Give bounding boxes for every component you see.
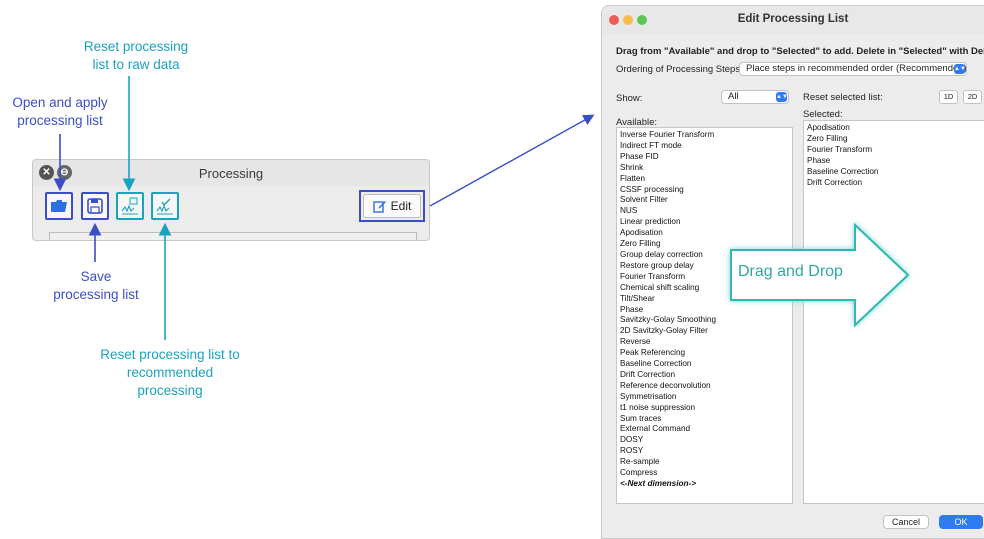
- ordering-label: Ordering of Processing Steps:: [616, 64, 743, 75]
- reset-2d-button[interactable]: 2D: [963, 90, 982, 104]
- available-item[interactable]: Reverse: [620, 337, 792, 348]
- available-list[interactable]: Inverse Fourier Transform Indirect FT mod…: [616, 127, 793, 504]
- available-item[interactable]: Group delay correction: [620, 250, 792, 261]
- available-item[interactable]: Reference deconvolution: [620, 381, 792, 392]
- selected-item[interactable]: Phase: [807, 156, 984, 167]
- available-item[interactable]: DOSY: [620, 435, 792, 446]
- selected-item[interactable]: Zero Filling: [807, 134, 984, 145]
- folder-icon: [51, 200, 67, 212]
- reset-1d-button[interactable]: 1D: [939, 90, 958, 104]
- reset-raw-button[interactable]: [116, 192, 144, 220]
- available-item[interactable]: Sum traces: [620, 414, 792, 425]
- available-item[interactable]: Symmetrisation: [620, 392, 792, 403]
- available-item[interactable]: Indirect FT mode: [620, 141, 792, 152]
- available-item[interactable]: Phase FID: [620, 152, 792, 163]
- available-item[interactable]: Compress: [620, 468, 792, 479]
- save-button[interactable]: [81, 192, 109, 220]
- show-value: All: [728, 91, 739, 102]
- available-item[interactable]: Flatten: [620, 174, 792, 185]
- available-item[interactable]: Re-sample: [620, 457, 792, 468]
- processing-title: Processing: [198, 166, 264, 181]
- dialog-title: Edit Processing List: [737, 13, 849, 25]
- ok-button[interactable]: OK: [939, 515, 983, 529]
- available-item[interactable]: 2D Savitzky-Golay Filter: [620, 326, 792, 337]
- processing-toolbar: Edit: [33, 186, 429, 230]
- available-item[interactable]: <-Next dimension->: [620, 479, 792, 490]
- show-label: Show:: [616, 93, 643, 104]
- drag-drop-label: Drag and Drop: [738, 263, 843, 280]
- available-item[interactable]: Tilt/Shear: [620, 294, 792, 305]
- chevron-updown-icon: ▲▼: [954, 64, 966, 74]
- reset-selected-label: Reset selected list:: [803, 92, 883, 103]
- available-item[interactable]: CSSF processing: [620, 185, 792, 196]
- chevron-updown-icon: ▲▼: [776, 92, 788, 102]
- callout-reset-recommended: Reset processing list to recommended pro…: [100, 347, 240, 398]
- processing-list-area: [49, 232, 417, 240]
- open-apply-button[interactable]: [45, 192, 73, 220]
- selected-list[interactable]: Apodisation Zero Filling Fourier Transform…: [803, 120, 984, 504]
- callout-open-apply: Open and apply processing list: [12, 95, 108, 128]
- available-item[interactable]: Zero Filling: [620, 239, 792, 250]
- available-item[interactable]: NUS: [620, 206, 792, 217]
- ordering-value: Place steps in recommended order (Recomm…: [746, 63, 967, 74]
- reset-recommended-button[interactable]: [151, 192, 179, 220]
- edit-icon: [372, 201, 386, 213]
- available-item[interactable]: Solvent Filter: [620, 195, 792, 206]
- edit-label: Edit: [390, 199, 412, 213]
- available-item[interactable]: Baseline Correction: [620, 359, 792, 370]
- floppy-disk-icon: [87, 198, 103, 214]
- dialog-instructions: Drag from "Available" and drop to "Selec…: [616, 46, 984, 57]
- reset-raw-icon: [121, 197, 138, 215]
- reset-recommended-icon: [156, 198, 173, 215]
- available-item[interactable]: ROSY: [620, 446, 792, 457]
- available-item[interactable]: Savitzky-Golay Smoothing: [620, 315, 792, 326]
- arrow-edit-to-dialog: [429, 114, 595, 207]
- available-item[interactable]: Apodisation: [620, 228, 792, 239]
- available-item[interactable]: Peak Referencing: [620, 348, 792, 359]
- selected-item[interactable]: Apodisation: [807, 123, 984, 134]
- cancel-button[interactable]: Cancel: [883, 515, 929, 529]
- callout-reset-raw: Reset processing list to raw data: [83, 39, 189, 72]
- available-item[interactable]: Shrink: [620, 163, 792, 174]
- available-item[interactable]: Drift Correction: [620, 370, 792, 381]
- processing-titlebar: ✕ ⊖ Processing: [33, 160, 429, 186]
- available-item[interactable]: Linear prediction: [620, 217, 792, 228]
- available-item[interactable]: External Command: [620, 424, 792, 435]
- callout-save: Save processing list: [53, 269, 139, 302]
- selected-item[interactable]: Fourier Transform: [807, 145, 984, 156]
- dialog-titlebar: Edit Processing List: [602, 6, 984, 34]
- selected-label: Selected:: [803, 109, 843, 120]
- available-item[interactable]: Phase: [620, 305, 792, 316]
- selected-item[interactable]: Drift Correction: [807, 178, 984, 189]
- selected-item[interactable]: Baseline Correction: [807, 167, 984, 178]
- show-select[interactable]: All ▲▼: [721, 90, 789, 104]
- edit-button[interactable]: Edit: [359, 190, 425, 222]
- available-item[interactable]: Chemical shift scaling: [620, 283, 792, 294]
- ordering-select[interactable]: Place steps in recommended order (Recomm…: [739, 62, 967, 76]
- available-item[interactable]: Inverse Fourier Transform: [620, 130, 792, 141]
- processing-panel: ✕ ⊖ Processing Edit: [32, 159, 430, 241]
- available-item[interactable]: t1 noise suppression: [620, 403, 792, 414]
